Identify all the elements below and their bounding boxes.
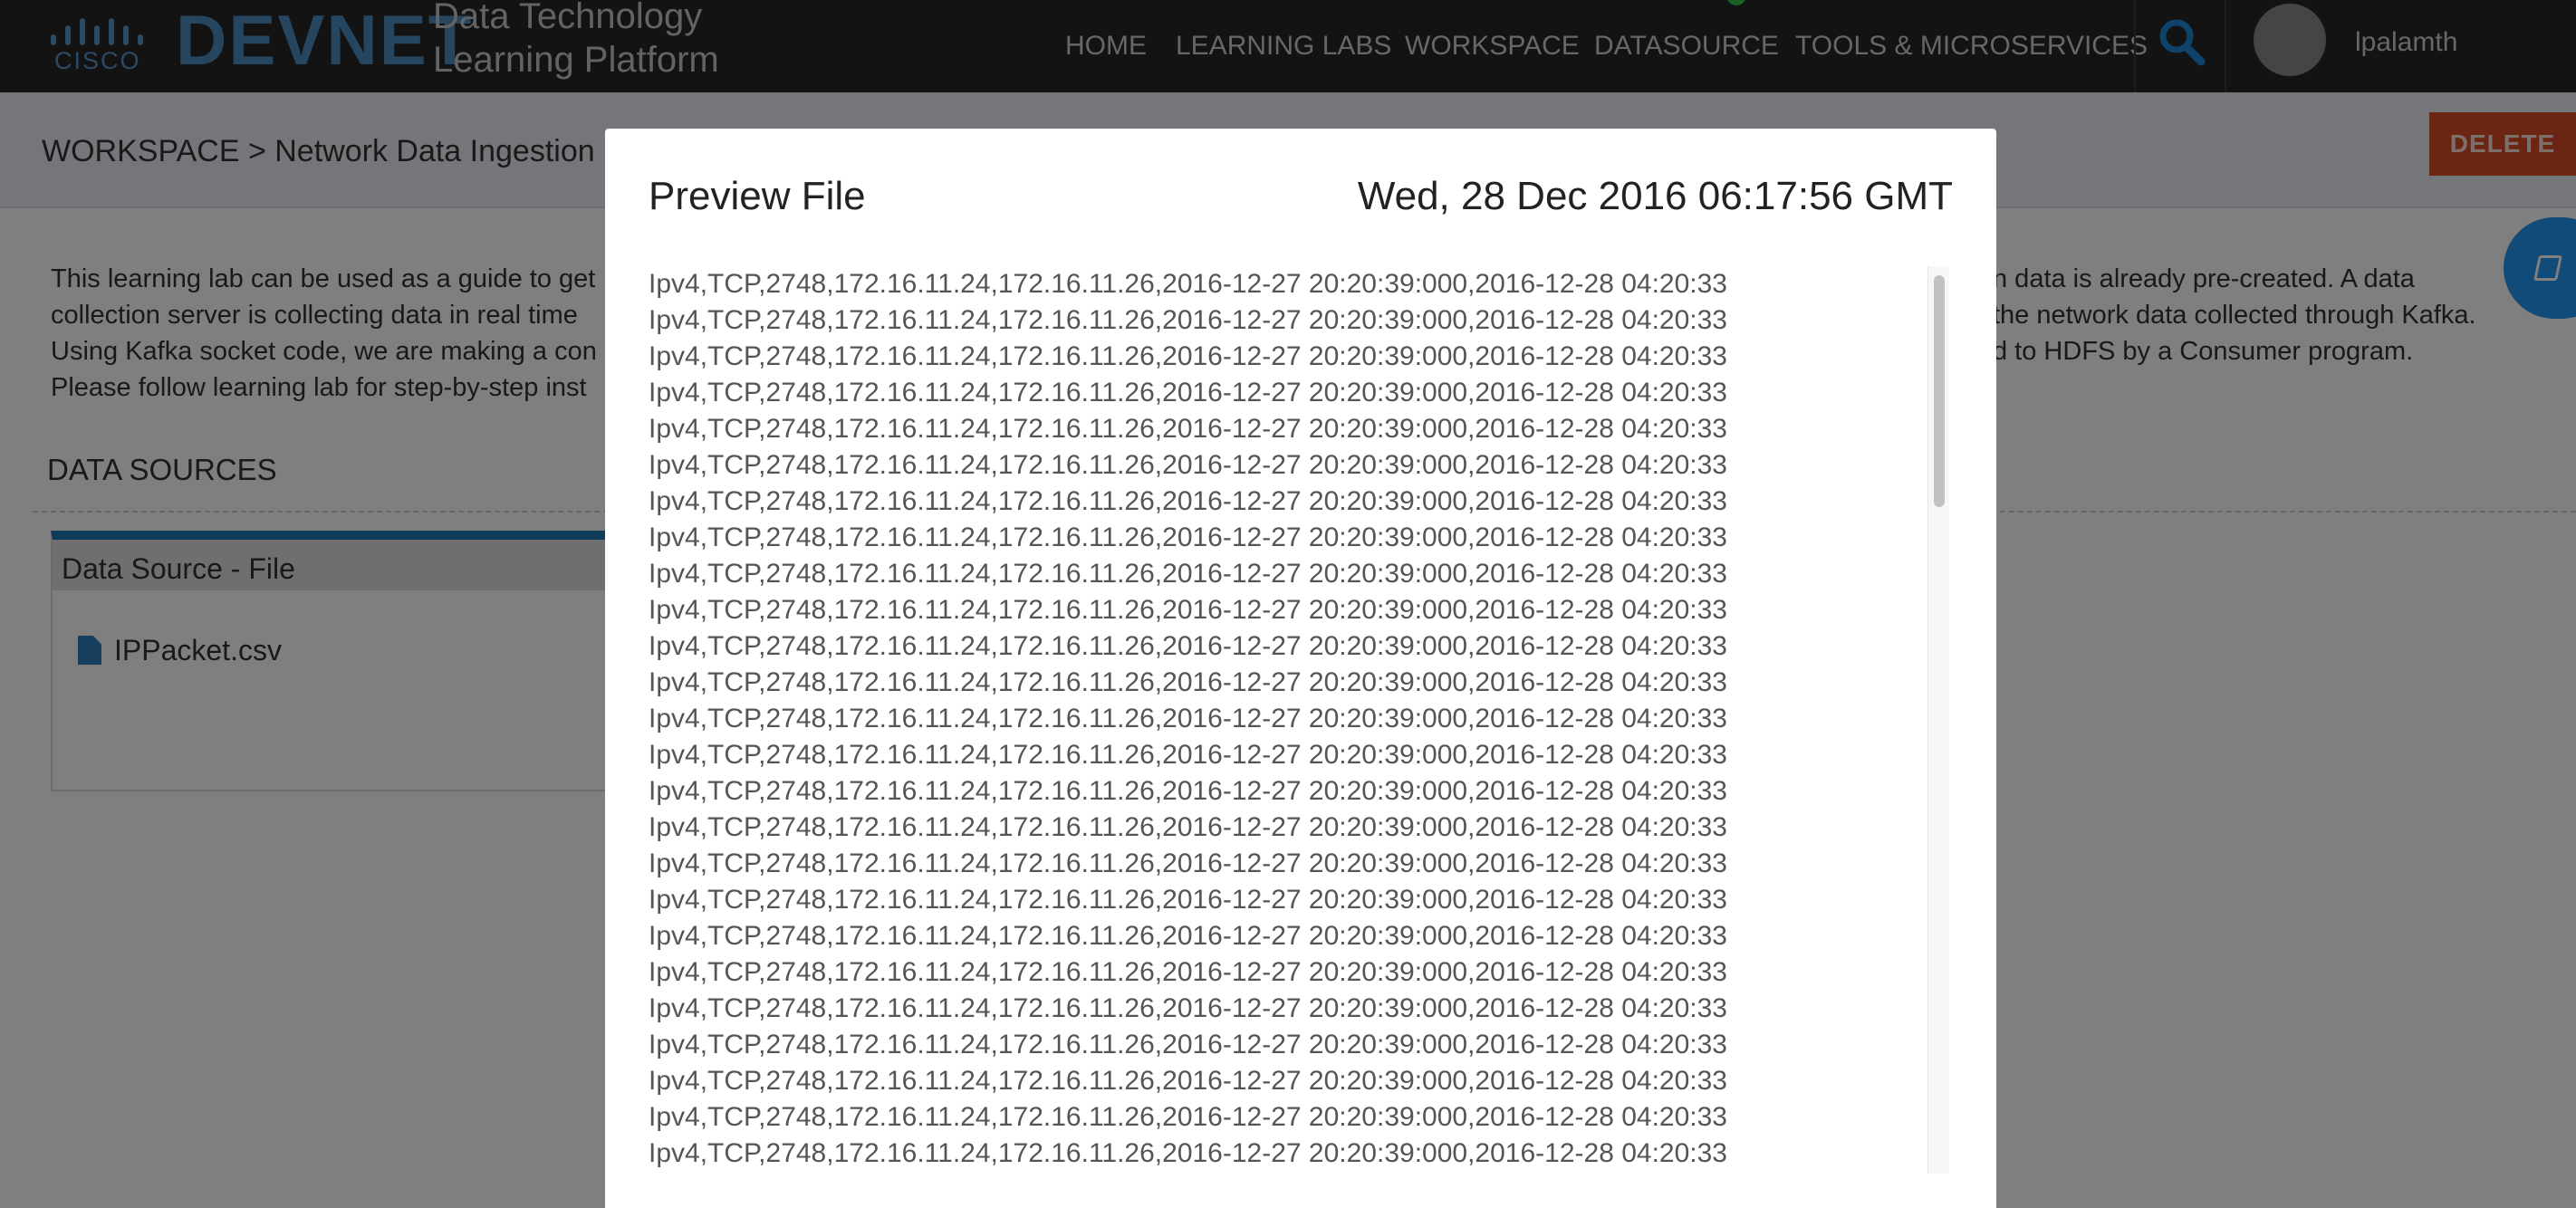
preview-line: Ipv4,TCP,2748,172.16.11.24,172.16.11.26,… bbox=[649, 414, 1727, 444]
preview-line: Ipv4,TCP,2748,172.16.11.24,172.16.11.26,… bbox=[649, 921, 1727, 951]
preview-line: Ipv4,TCP,2748,172.16.11.24,172.16.11.26,… bbox=[649, 269, 1727, 299]
preview-line: Ipv4,TCP,2748,172.16.11.24,172.16.11.26,… bbox=[649, 667, 1727, 697]
preview-file-modal: Preview File Wed, 28 Dec 2016 06:17:56 G… bbox=[605, 129, 1996, 1208]
preview-line: Ipv4,TCP,2748,172.16.11.24,172.16.11.26,… bbox=[649, 957, 1727, 987]
file-preview-content[interactable]: Ipv4,TCP,2748,172.16.11.24,172.16.11.26,… bbox=[649, 266, 1946, 1174]
preview-line: Ipv4,TCP,2748,172.16.11.24,172.16.11.26,… bbox=[649, 559, 1727, 589]
preview-line: Ipv4,TCP,2748,172.16.11.24,172.16.11.26,… bbox=[649, 993, 1727, 1023]
preview-line: Ipv4,TCP,2748,172.16.11.24,172.16.11.26,… bbox=[649, 848, 1727, 878]
preview-line: Ipv4,TCP,2748,172.16.11.24,172.16.11.26,… bbox=[649, 378, 1727, 407]
preview-line: Ipv4,TCP,2748,172.16.11.24,172.16.11.26,… bbox=[649, 776, 1727, 806]
preview-scrollbar[interactable] bbox=[1927, 266, 1949, 1174]
scrollbar-thumb[interactable] bbox=[1934, 275, 1945, 507]
preview-line: Ipv4,TCP,2748,172.16.11.24,172.16.11.26,… bbox=[649, 885, 1727, 915]
modal-title: Preview File bbox=[649, 174, 866, 218]
preview-line: Ipv4,TCP,2748,172.16.11.24,172.16.11.26,… bbox=[649, 631, 1727, 661]
modal-date: Wed, 28 Dec 2016 06:17:56 GMT bbox=[1357, 174, 1953, 218]
preview-line: Ipv4,TCP,2748,172.16.11.24,172.16.11.26,… bbox=[649, 486, 1727, 516]
preview-line: Ipv4,TCP,2748,172.16.11.24,172.16.11.26,… bbox=[649, 812, 1727, 842]
preview-line: Ipv4,TCP,2748,172.16.11.24,172.16.11.26,… bbox=[649, 740, 1727, 770]
preview-line: Ipv4,TCP,2748,172.16.11.24,172.16.11.26,… bbox=[649, 341, 1727, 371]
preview-line: Ipv4,TCP,2748,172.16.11.24,172.16.11.26,… bbox=[649, 305, 1727, 335]
preview-line: Ipv4,TCP,2748,172.16.11.24,172.16.11.26,… bbox=[649, 450, 1727, 480]
preview-line: Ipv4,TCP,2748,172.16.11.24,172.16.11.26,… bbox=[649, 523, 1727, 552]
preview-line: Ipv4,TCP,2748,172.16.11.24,172.16.11.26,… bbox=[649, 1138, 1727, 1168]
preview-line: Ipv4,TCP,2748,172.16.11.24,172.16.11.26,… bbox=[649, 704, 1727, 733]
preview-line: Ipv4,TCP,2748,172.16.11.24,172.16.11.26,… bbox=[649, 1102, 1727, 1132]
preview-line: Ipv4,TCP,2748,172.16.11.24,172.16.11.26,… bbox=[649, 595, 1727, 625]
preview-line: Ipv4,TCP,2748,172.16.11.24,172.16.11.26,… bbox=[649, 1066, 1727, 1096]
preview-line: Ipv4,TCP,2748,172.16.11.24,172.16.11.26,… bbox=[649, 1030, 1727, 1059]
